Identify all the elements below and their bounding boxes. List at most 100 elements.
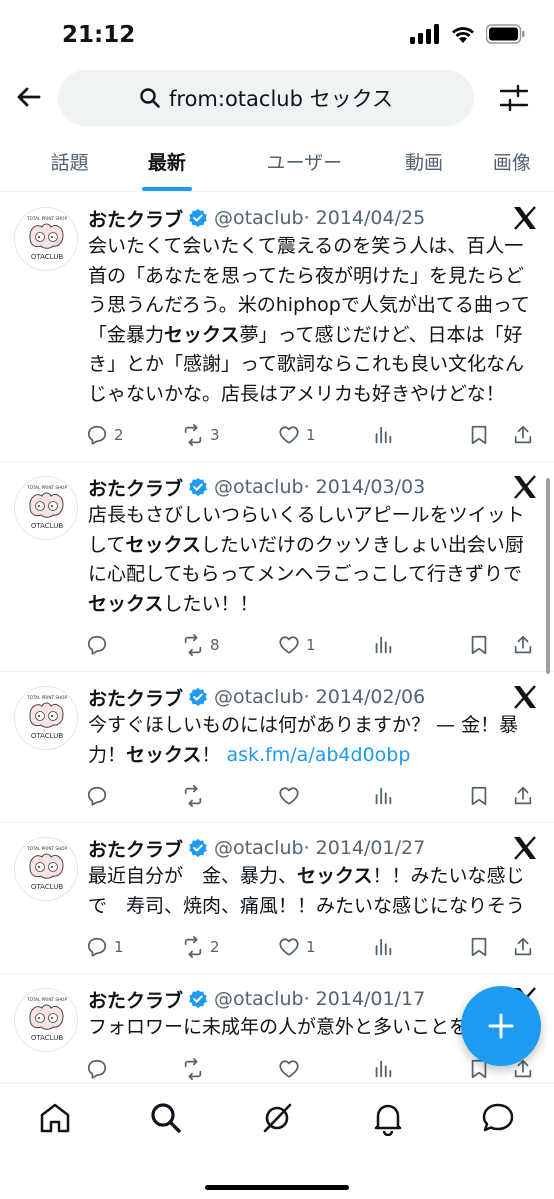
author-name[interactable]: おたクラブ: [88, 205, 183, 232]
tweet[interactable]: TOTAL PRINT SHOP OTACLUB おたクラブ @otaclub …: [0, 823, 554, 974]
like-button[interactable]: 1: [278, 634, 372, 656]
author-name[interactable]: おたクラブ: [88, 684, 183, 711]
compose-button[interactable]: [461, 986, 541, 1066]
views-button[interactable]: [372, 634, 468, 656]
tab-1[interactable]: 最新: [103, 132, 230, 191]
reply-button[interactable]: [86, 1058, 182, 1080]
x-logo-icon[interactable]: [512, 474, 538, 500]
tweet[interactable]: TOTAL PRINT SHOP OTACLUB おたクラブ @otaclub …: [0, 193, 554, 462]
retweet-button[interactable]: [182, 785, 278, 807]
author-handle[interactable]: @otaclub: [214, 476, 304, 498]
bookmark-button[interactable]: [468, 424, 512, 446]
share-button[interactable]: [512, 936, 534, 958]
retweet-button[interactable]: 2: [182, 936, 278, 958]
share-icon: [514, 786, 532, 805]
home-indicator: [205, 1185, 349, 1190]
notifications-bell-icon[interactable]: [370, 1100, 406, 1136]
author-handle[interactable]: @otaclub: [214, 207, 304, 229]
x-logo-icon[interactable]: [512, 205, 538, 231]
share-button[interactable]: [512, 424, 534, 446]
views-chart-icon: [375, 636, 392, 654]
like-button[interactable]: [278, 785, 372, 807]
retweet-button[interactable]: 8: [182, 634, 278, 656]
tweet-date[interactable]: · 2014/04/25: [304, 207, 426, 229]
tweet[interactable]: TOTAL PRINT SHOP OTACLUB おたクラブ @otaclub …: [0, 462, 554, 672]
bookmark-button[interactable]: [468, 634, 512, 656]
status-time: 21:12: [62, 22, 136, 48]
tweet-date[interactable]: · 2014/03/03: [304, 476, 426, 498]
home-icon[interactable]: [37, 1100, 73, 1136]
author-handle[interactable]: @otaclub: [214, 837, 304, 859]
x-logo-icon[interactable]: [512, 835, 538, 861]
views-button[interactable]: [372, 1058, 468, 1080]
author-handle[interactable]: @otaclub: [214, 988, 304, 1010]
x-logo-icon[interactable]: [512, 684, 538, 710]
bookmark-icon: [471, 425, 487, 445]
reply-button[interactable]: 2: [86, 424, 182, 446]
avatar-bottom-text: OTACLUB: [31, 883, 63, 891]
share-button[interactable]: [512, 785, 534, 807]
tweet-date[interactable]: · 2014/01/27: [304, 837, 426, 859]
scrollbar[interactable]: [546, 478, 550, 674]
avatar[interactable]: TOTAL PRINT SHOP OTACLUB: [14, 837, 78, 901]
like-count: 1: [306, 426, 316, 444]
tab-3[interactable]: 動画: [378, 132, 470, 191]
active-tab-indicator: [141, 187, 192, 191]
tweet-text-segment: 最近自分が 金、暴力、: [88, 865, 298, 887]
back-arrow-icon[interactable]: [12, 80, 46, 114]
search-input[interactable]: from:otaclub セックス: [58, 70, 474, 126]
share-button[interactable]: [512, 634, 534, 656]
verified-badge-icon: [189, 208, 207, 228]
tweet[interactable]: TOTAL PRINT SHOP OTACLUB おたクラブ @otaclub …: [0, 672, 554, 823]
tweet-date[interactable]: · 2014/02/06: [304, 686, 426, 708]
avatar-top-text: TOTAL PRINT SHOP: [26, 485, 67, 490]
views-chart-icon: [375, 787, 392, 805]
views-button[interactable]: [372, 936, 468, 958]
views-chart-icon: [375, 426, 392, 444]
like-button[interactable]: 1: [278, 936, 372, 958]
avatar[interactable]: TOTAL PRINT SHOP OTACLUB: [14, 686, 78, 750]
bookmark-button[interactable]: [468, 936, 512, 958]
tab-2[interactable]: ユーザー: [230, 132, 378, 191]
bookmark-button[interactable]: [468, 785, 512, 807]
avatar[interactable]: TOTAL PRINT SHOP OTACLUB: [14, 207, 78, 271]
like-heart-icon: [279, 636, 299, 654]
bookmark-icon: [471, 937, 487, 957]
tweet-header: おたクラブ @otaclub · 2014/03/03: [88, 474, 538, 500]
like-button[interactable]: [278, 1058, 372, 1080]
tweet-date[interactable]: · 2014/01/17: [304, 988, 426, 1010]
author-name[interactable]: おたクラブ: [88, 835, 183, 862]
tab-4[interactable]: 画像: [470, 132, 554, 191]
share-icon: [514, 635, 532, 654]
retweet-button[interactable]: 3: [182, 424, 278, 446]
search-nav-icon[interactable]: [148, 1100, 184, 1136]
views-button[interactable]: [372, 785, 468, 807]
tab-0[interactable]: 話題: [36, 132, 103, 191]
tweet-text-segment: フォロワーに未成年の人が意外と多いことを最近: [88, 1016, 507, 1038]
tweet-feed[interactable]: TOTAL PRINT SHOP OTACLUB おたクラブ @otaclub …: [0, 193, 554, 1083]
filter-sliders-icon[interactable]: [498, 82, 530, 114]
author-handle[interactable]: @otaclub: [214, 686, 304, 708]
avatar[interactable]: TOTAL PRINT SHOP OTACLUB: [14, 988, 78, 1052]
retweet-count: 3: [210, 426, 220, 444]
author-name[interactable]: おたクラブ: [88, 474, 183, 501]
like-button[interactable]: 1: [278, 424, 372, 446]
tweet-link[interactable]: ask.fm/a/ab4d0obp: [227, 744, 411, 766]
messages-icon[interactable]: [480, 1100, 516, 1136]
retweet-button[interactable]: [182, 1057, 278, 1080]
avatar-top-text: TOTAL PRINT SHOP: [26, 216, 67, 221]
tweet-text: 最近自分が 金、暴力、セックス！！みたいな感じで 寿司、焼肉、痛風！！みたいな感…: [88, 862, 538, 921]
views-button[interactable]: [372, 424, 468, 446]
reply-button[interactable]: [86, 634, 182, 656]
like-heart-icon: [279, 787, 299, 805]
battery-icon: [486, 24, 525, 44]
author-name[interactable]: おたクラブ: [88, 986, 183, 1013]
reply-button[interactable]: [86, 785, 182, 807]
reply-button[interactable]: 1: [86, 936, 182, 958]
retweet-icon: [184, 424, 202, 446]
avatar[interactable]: TOTAL PRINT SHOP OTACLUB: [14, 476, 78, 540]
grok-icon[interactable]: [259, 1100, 295, 1136]
retweet-count: 8: [210, 636, 220, 654]
avatar-bottom-text: OTACLUB: [31, 1034, 63, 1042]
search-highlight: セックス: [164, 323, 240, 346]
